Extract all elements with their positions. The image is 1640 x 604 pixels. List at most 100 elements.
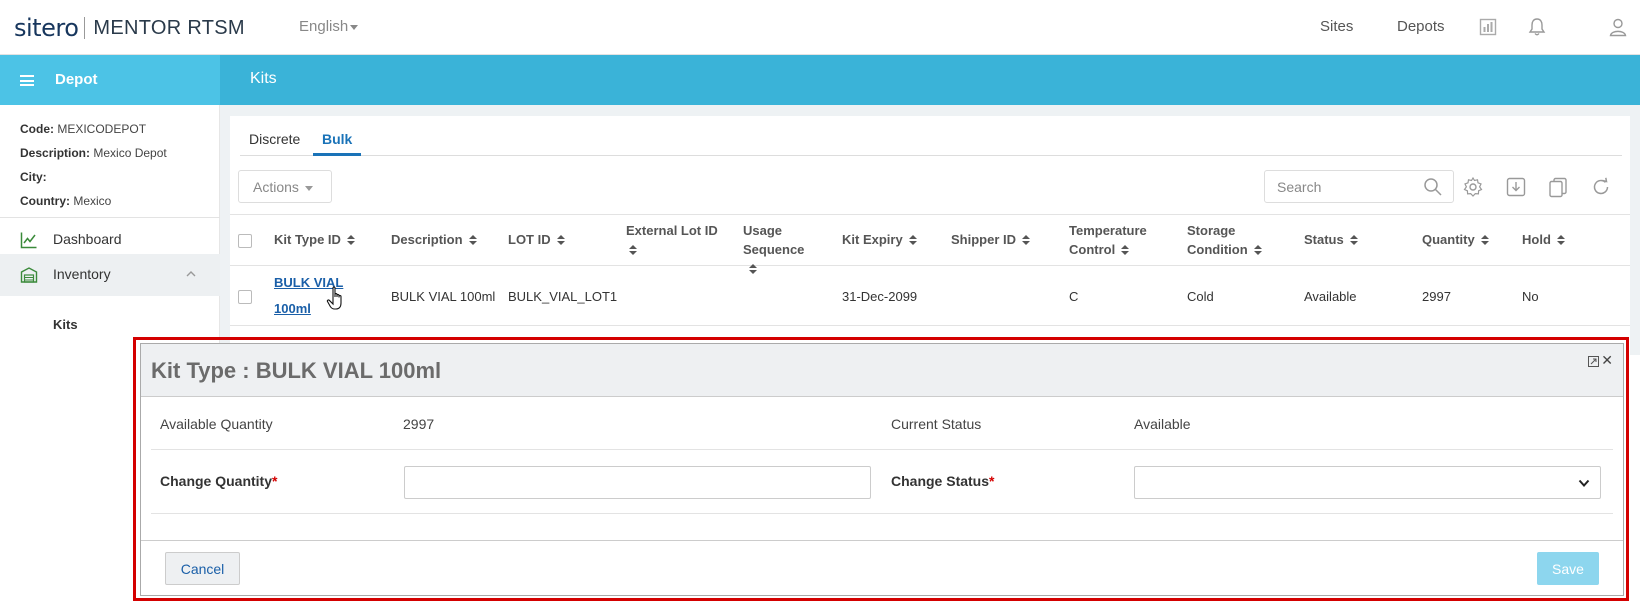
select-all-checkbox[interactable]	[238, 234, 252, 248]
chevron-up-icon[interactable]	[186, 269, 196, 279]
dialog-row-divider	[151, 449, 1613, 450]
depot-country: Country: Mexico	[20, 194, 112, 208]
available-quantity-value: 2997	[403, 416, 435, 432]
dialog-row-divider	[151, 513, 1613, 514]
refresh-icon[interactable]	[1590, 176, 1612, 198]
row-divider	[230, 325, 1630, 326]
close-icon[interactable]: ✕	[1601, 352, 1613, 369]
logo-separator	[84, 17, 86, 39]
search-icon[interactable]	[1423, 177, 1443, 197]
row-checkbox[interactable]	[238, 290, 252, 304]
change-quantity-input[interactable]	[404, 466, 871, 499]
chevron-down-icon	[1578, 479, 1590, 487]
column-header-storage-condition[interactable]: Storage Condition	[1187, 221, 1267, 259]
sidebar-subitem-kits[interactable]: Kits	[53, 317, 78, 332]
sidebar-divider	[0, 217, 220, 218]
sidebar: Code: MEXICODEPOT Description: Mexico De…	[0, 105, 220, 355]
current-status-label: Current Status	[891, 416, 982, 432]
dialog-header: Kit Type : BULK VIAL 100ml ✕	[141, 344, 1623, 397]
actions-dropdown[interactable]: Actions	[238, 170, 332, 203]
sort-icon	[346, 235, 355, 246]
change-status-label: Change Status*	[891, 473, 995, 489]
depot-code: Code: MEXICODEPOT	[20, 122, 147, 136]
sort-icon	[749, 264, 757, 275]
column-header-status[interactable]: Status	[1304, 230, 1358, 249]
sort-icon	[1022, 235, 1031, 246]
actions-label: Actions	[253, 179, 299, 195]
column-header-hold[interactable]: Hold	[1522, 230, 1565, 249]
change-kit-dialog: Kit Type : BULK VIAL 100ml ✕ Available Q…	[140, 343, 1624, 596]
sort-icon	[1121, 245, 1130, 256]
available-quantity-label: Available Quantity	[160, 416, 273, 432]
user-icon[interactable]	[1608, 17, 1628, 37]
required-marker: *	[989, 473, 995, 489]
sort-icon	[1349, 235, 1358, 246]
depot-city: City:	[20, 170, 47, 184]
sort-icon	[556, 235, 565, 246]
depot-details: Code: MEXICODEPOT Description: Mexico De…	[0, 105, 219, 213]
description-cell: BULK VIAL 100ml	[391, 289, 496, 304]
table-header: Kit Type ID Description LOT ID External …	[230, 214, 1630, 275]
quantity-cell: 2997	[1422, 289, 1451, 304]
current-status-value: Available	[1134, 416, 1191, 432]
column-header-description[interactable]: Description	[391, 230, 477, 249]
hand-cursor-icon	[326, 286, 342, 310]
bell-icon[interactable]	[1527, 17, 1547, 37]
hold-cell: No	[1522, 289, 1539, 304]
active-tab-indicator	[313, 153, 361, 156]
search-box	[1264, 170, 1454, 203]
column-header-shipper-id[interactable]: Shipper ID	[951, 230, 1031, 249]
reports-icon[interactable]	[1478, 17, 1498, 37]
status-cell: Available	[1304, 289, 1357, 304]
sidebar-item-inventory[interactable]: Inventory	[0, 254, 220, 296]
top-header: sitero MENTOR RTSM English Sites Depots	[0, 0, 1640, 55]
sort-icon	[1556, 235, 1565, 246]
sort-icon	[468, 235, 477, 246]
caret-down-icon	[350, 24, 359, 30]
sidebar-header: Depot	[0, 55, 220, 105]
warehouse-icon	[20, 267, 38, 283]
gear-icon[interactable]	[1462, 176, 1484, 198]
tab-bulk[interactable]: Bulk	[322, 131, 352, 147]
caret-down-icon	[304, 185, 313, 191]
kit-expiry-cell: 31-Dec-2099	[842, 289, 918, 304]
column-header-quantity[interactable]: Quantity	[1422, 230, 1489, 249]
language-label: English	[299, 18, 349, 35]
column-header-kit-expiry[interactable]: Kit Expiry	[842, 230, 917, 249]
nav-link-sites[interactable]: Sites	[1320, 18, 1353, 35]
sort-icon	[1480, 235, 1489, 246]
copy-icon[interactable]	[1547, 176, 1569, 198]
required-marker: *	[272, 473, 278, 489]
tab-discrete[interactable]: Discrete	[249, 131, 300, 147]
change-quantity-label: Change Quantity*	[160, 473, 278, 489]
column-header-temperature-control[interactable]: Temperature Control	[1069, 221, 1164, 259]
column-header-usage-sequence[interactable]: Usage Sequence	[743, 221, 818, 278]
lot-id-cell: BULK_VIAL_LOT1	[508, 289, 618, 304]
search-input[interactable]	[1265, 171, 1415, 202]
cancel-button[interactable]: Cancel	[165, 552, 240, 585]
change-status-select[interactable]	[1134, 466, 1601, 499]
logo-brand: sitero	[14, 14, 79, 42]
column-header-kit-type-id[interactable]: Kit Type ID	[274, 230, 355, 249]
sidebar-item-label: Inventory	[53, 266, 111, 282]
sort-icon	[1253, 245, 1262, 256]
temperature-control-cell: C	[1069, 289, 1079, 304]
download-icon[interactable]	[1505, 176, 1527, 198]
column-header-external-lot-id[interactable]: External Lot ID	[626, 221, 736, 259]
sidebar-item-label: Dashboard	[53, 231, 122, 247]
language-dropdown[interactable]: English	[299, 18, 359, 35]
logo-product: MENTOR RTSM	[93, 16, 245, 39]
nav-link-depots[interactable]: Depots	[1397, 18, 1445, 35]
sort-icon	[908, 235, 917, 246]
maximize-icon[interactable]	[1588, 356, 1599, 367]
storage-condition-cell: Cold	[1187, 289, 1214, 304]
app-logo[interactable]: sitero MENTOR RTSM	[14, 14, 245, 42]
hamburger-menu-icon[interactable]	[20, 75, 34, 86]
chart-line-icon	[20, 232, 37, 249]
sort-icon	[629, 245, 637, 256]
depot-description: Description: Mexico Depot	[20, 146, 167, 160]
tab-bar: Discrete Bulk	[240, 126, 1622, 156]
column-header-lot-id[interactable]: LOT ID	[508, 230, 565, 249]
dialog-title: Kit Type : BULK VIAL 100ml	[151, 358, 442, 383]
save-button[interactable]: Save	[1537, 552, 1599, 585]
